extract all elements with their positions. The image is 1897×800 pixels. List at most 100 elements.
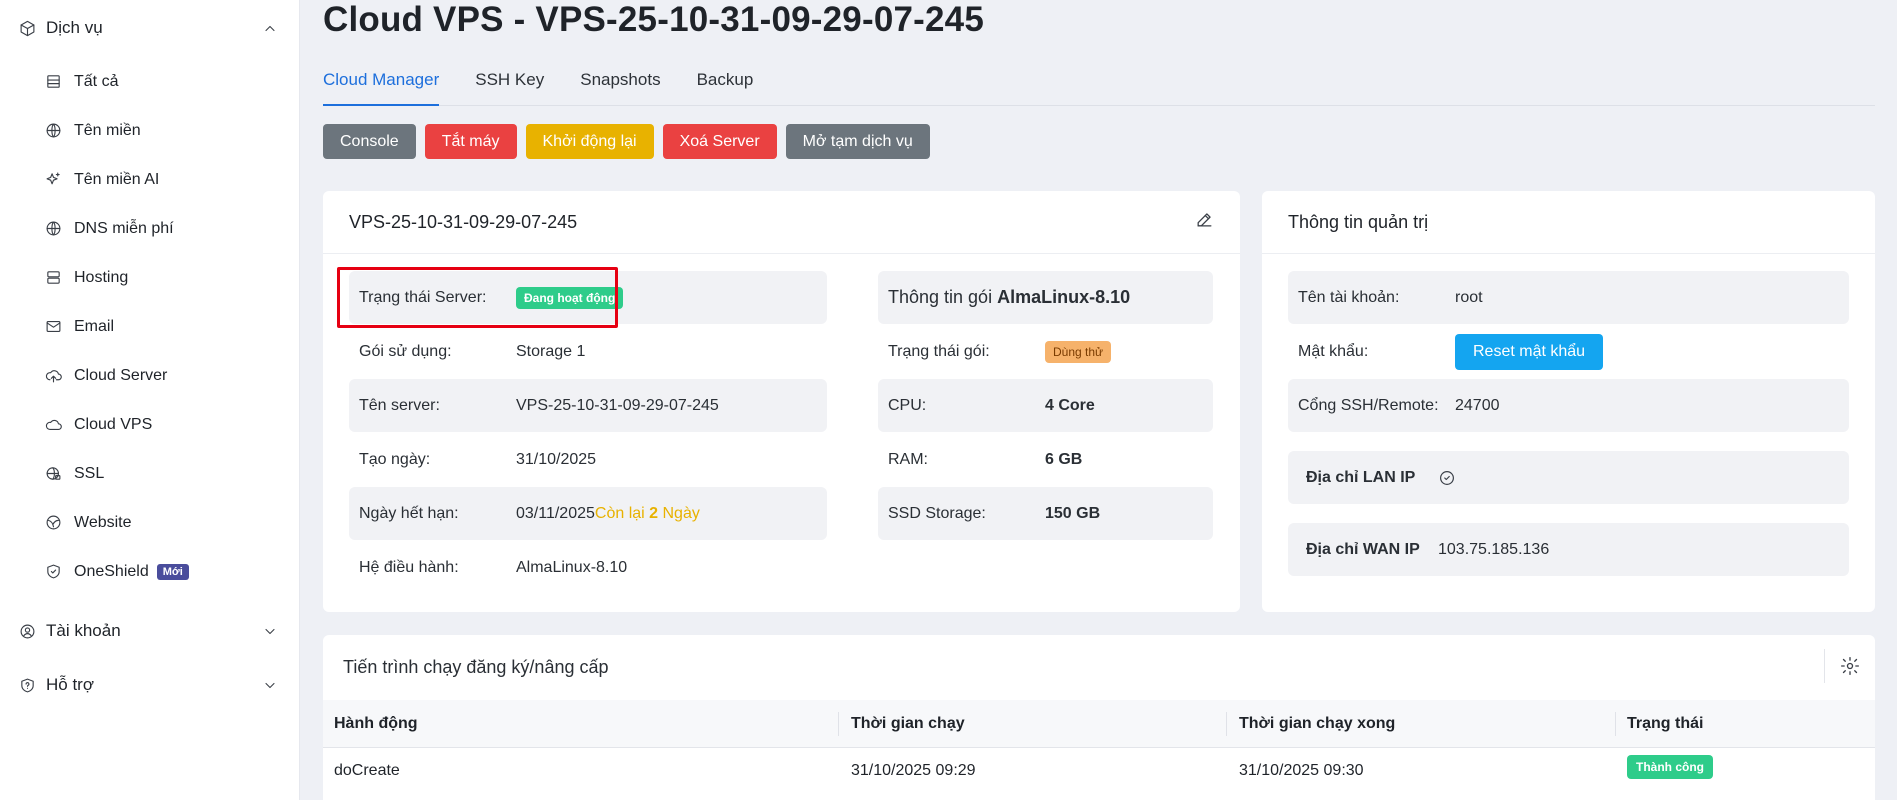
tab-snapshots[interactable]: Snapshots [580,58,660,106]
unlock-service-button[interactable]: Mở tạm dịch vụ [785,124,930,159]
tab-backup[interactable]: Backup [697,58,754,106]
edit-icon[interactable] [1195,210,1214,234]
remaining-days: Còn lại 2 Ngày [595,505,700,523]
delete-server-button[interactable]: Xoá Server [662,124,777,159]
new-badge: Mới [156,563,189,580]
services-list: Tất cả Tên miền Tên miền AI DNS miễn phí… [0,57,300,596]
sidebar-item-email[interactable]: Email [0,302,300,351]
chevron-up-icon[interactable] [262,20,278,36]
row-value: 31/10/2025 [516,450,597,468]
row-label: Tên server: [359,396,440,414]
sidebar-item-label: Hosting [74,268,129,286]
page-title: Cloud VPS - VPS-25-10-31-09-29-07-245 [323,0,985,39]
package-os: AlmaLinux-8.10 [997,287,1131,307]
row-label: Trạng thái gói: [888,342,990,360]
action-toolbar: Console Tắt máy Khởi động lại Xoá Server… [323,124,930,159]
sidebar-item-cloud-server[interactable]: Cloud Server [0,351,300,400]
column-separator [1615,712,1616,736]
row-value: AlmaLinux-8.10 [516,558,628,576]
package-title-prefix: Thông tin gói [888,287,998,307]
table-icon [44,73,62,91]
sidebar-item-oneshield[interactable]: OneShield Mới [0,547,300,596]
sidebar-item-domains[interactable]: Tên miền [0,106,300,155]
restart-button[interactable]: Khởi động lại [525,124,654,159]
tab-cloud-manager[interactable]: Cloud Manager [323,58,440,106]
row-label: Cổng SSH/Remote: [1298,396,1439,414]
sidebar-item-label: SSL [74,464,105,482]
server-card-title: VPS-25-10-31-09-29-07-245 [349,211,578,232]
nav-group-support[interactable]: Hỗ trợ [0,671,300,699]
ssd-row: SSD Storage: 150 GB [878,487,1213,540]
sidebar-item-label: DNS miễn phí [74,219,174,237]
shutdown-button[interactable]: Tắt máy [424,124,517,159]
cloud-upload-icon [44,367,62,385]
column-header[interactable]: Hành động [334,715,418,733]
tab-ssh-key[interactable]: SSH Key [475,58,544,106]
globe-icon [44,122,62,140]
sidebar-item-free-dns[interactable]: DNS miễn phí [0,204,300,253]
sparkle-icon [44,171,62,189]
remain-prefix: Còn lại [594,504,650,522]
reset-password-button[interactable]: Reset mật khẩu [1455,333,1604,370]
row-value: 150 GB [1045,504,1101,522]
row-value: 24700 [1455,396,1500,414]
remain-suffix: Ngày [658,504,700,522]
package-title-row: Thông tin gói AlmaLinux-8.10 [878,271,1213,324]
success-badge: Thành công [1627,755,1713,779]
package-status-row: Trạng thái gói: Dùng thử [878,325,1213,378]
row-label: CPU: [888,396,927,414]
chevron-down-icon[interactable] [262,623,278,639]
trial-badge: Dùng thử [1045,340,1112,363]
sidebar-item-all[interactable]: Tất cả [0,57,300,106]
row-label: Hệ điều hành: [359,558,459,576]
sidebar-item-label: Tên miền [74,121,141,139]
package-title: Thông tin gói AlmaLinux-8.10 [888,287,1130,308]
remain-count: 2 [649,504,659,522]
ram-row: RAM: 6 GB [878,433,1213,486]
column-separator [838,712,839,736]
sidebar-item-cloud-vps[interactable]: Cloud VPS [0,400,300,449]
sidebar-item-label: OneShield [74,562,149,580]
nav-group-label: Tài khoản [46,621,121,640]
cpu-row: CPU: 4 Core [878,379,1213,432]
wan-ip-row: Địa chỉ WAN IP 103.75.185.136 [1288,523,1849,576]
highlight-box [337,267,618,328]
row-label: SSD Storage: [888,504,986,522]
sidebar-item-label: Tất cả [74,72,119,90]
globe-lock-icon [44,465,62,483]
chevron-down-icon[interactable] [262,677,278,693]
console-button[interactable]: Console [323,124,416,159]
lan-ip-label: Địa chỉ LAN IP [1306,468,1416,486]
expire-row: Ngày hết hạn: 03/11/2025 Còn lại 2 Ngày [349,487,827,540]
row-value: 03/11/2025 Còn lại 2 Ngày [516,505,700,523]
row-value: Storage 1 [516,342,586,360]
sidebar-item-ai-domains[interactable]: Tên miền AI [0,155,300,204]
column-separator [1226,712,1227,736]
sidebar-item-label: Cloud VPS [74,415,153,433]
admin-card-header: Thông tin quản trị [1262,191,1875,254]
mail-icon [44,318,62,336]
sidebar-item-label: Cloud Server [74,366,168,384]
column-header[interactable]: Thời gian chạy xong [1239,715,1395,733]
admin-info-card: Thông tin quản trị Tên tài khoản: root M… [1262,191,1875,612]
row-label: Gói sử dụng: [359,342,452,360]
sidebar-item-hosting[interactable]: Hosting [0,253,300,302]
sidebar-item-website[interactable]: Website [0,498,300,547]
column-header[interactable]: Thời gian chạy [851,715,965,733]
table-header: Hành động Thời gian chạy Thời gian chạy … [323,700,1875,748]
row-value: VPS-25-10-31-09-29-07-245 [516,396,719,414]
column-header[interactable]: Trạng thái [1627,715,1703,733]
lan-ip-row: Địa chỉ LAN IP [1288,451,1849,504]
divider [1824,649,1825,683]
os-row: Hệ điều hành: AlmaLinux-8.10 [349,541,827,594]
settings-gear-icon[interactable] [1840,656,1860,676]
sidebar-item-label: Tên miền AI [74,170,160,188]
nav-group-account[interactable]: Tài khoản [0,617,300,645]
row-label: RAM: [888,450,928,468]
nav-group-services[interactable]: Dịch vụ [0,14,300,42]
server-icon [44,269,62,287]
sidebar-item-ssl[interactable]: SSL [0,449,300,498]
row-label: Tạo ngày: [359,450,431,468]
cell-status: Thành công [1627,755,1713,779]
cell-start-time: 31/10/2025 09:29 [851,762,976,779]
